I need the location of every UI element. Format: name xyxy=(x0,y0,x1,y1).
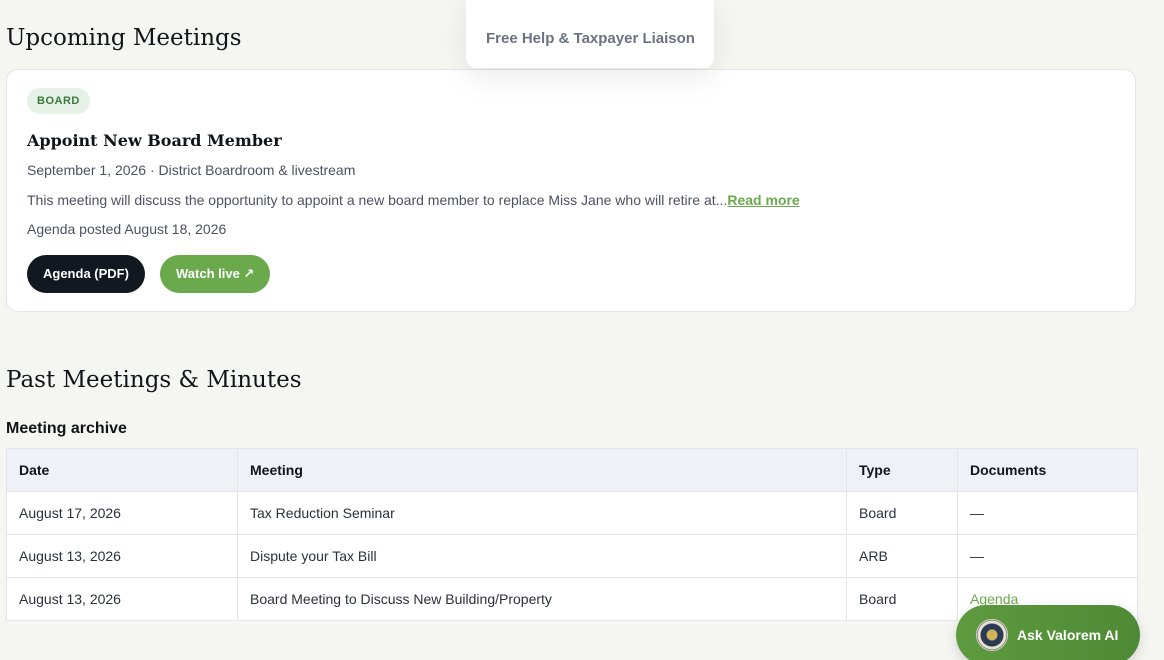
meeting-archive-caption: Meeting archive xyxy=(6,420,127,437)
cell-date: August 17, 2026 xyxy=(6,491,238,535)
cell-type: ARB xyxy=(846,534,958,578)
table-header-row: Date Meeting Type Documents xyxy=(6,448,1138,492)
meeting-date-location: September 1, 2026 · District Boardroom &… xyxy=(27,162,356,178)
meeting-title: Appoint New Board Member xyxy=(27,131,282,150)
meeting-archive-table: Date Meeting Type Documents August 17, 2… xyxy=(6,448,1138,621)
dropdown-item-free-help[interactable]: Free Help & Taxpayer Liaison xyxy=(486,30,695,47)
dropdown-item-icon xyxy=(486,0,498,2)
table-row: August 13, 2026 Dispute your Tax Bill AR… xyxy=(6,534,1138,578)
cell-meeting: Dispute your Tax Bill xyxy=(237,534,847,578)
page: Free Help & Taxpayer Liaison Upcoming Me… xyxy=(0,0,1164,660)
agenda-posted-date: Agenda posted August 18, 2026 xyxy=(27,221,227,237)
column-header-date: Date xyxy=(6,448,238,492)
cell-type: Board xyxy=(846,577,958,621)
upcoming-meetings-title: Upcoming Meetings xyxy=(6,25,242,51)
ask-ai-button[interactable]: Ask Valorem AI xyxy=(956,605,1140,660)
cell-meeting: Tax Reduction Seminar xyxy=(237,491,847,535)
cell-type: Board xyxy=(846,491,958,535)
meeting-type-badge: BOARD xyxy=(27,88,90,114)
agenda-pdf-button[interactable]: Agenda (PDF) xyxy=(27,255,145,293)
ai-seal-icon xyxy=(976,619,1008,651)
column-header-documents: Documents xyxy=(957,448,1138,492)
meeting-description: This meeting will discuss the opportunit… xyxy=(27,192,800,208)
watch-live-button[interactable]: Watch live ↗ xyxy=(160,255,271,293)
meeting-card: BOARD Appoint New Board Member September… xyxy=(6,69,1136,312)
cell-date: August 13, 2026 xyxy=(6,577,238,621)
cell-documents: — xyxy=(957,491,1138,535)
cell-documents: — xyxy=(957,534,1138,578)
past-meetings-title: Past Meetings & Minutes xyxy=(6,367,302,393)
column-header-type: Type xyxy=(846,448,958,492)
column-header-meeting: Meeting xyxy=(237,448,847,492)
nav-dropdown-menu: Free Help & Taxpayer Liaison xyxy=(466,0,714,68)
meeting-description-text: This meeting will discuss the opportunit… xyxy=(27,192,728,208)
ask-ai-label: Ask Valorem AI xyxy=(1017,627,1119,643)
cell-date: August 13, 2026 xyxy=(6,534,238,578)
table-row: August 17, 2026 Tax Reduction Seminar Bo… xyxy=(6,491,1138,535)
read-more-link[interactable]: Read more xyxy=(727,192,799,208)
cell-meeting: Board Meeting to Discuss New Building/Pr… xyxy=(237,577,847,621)
